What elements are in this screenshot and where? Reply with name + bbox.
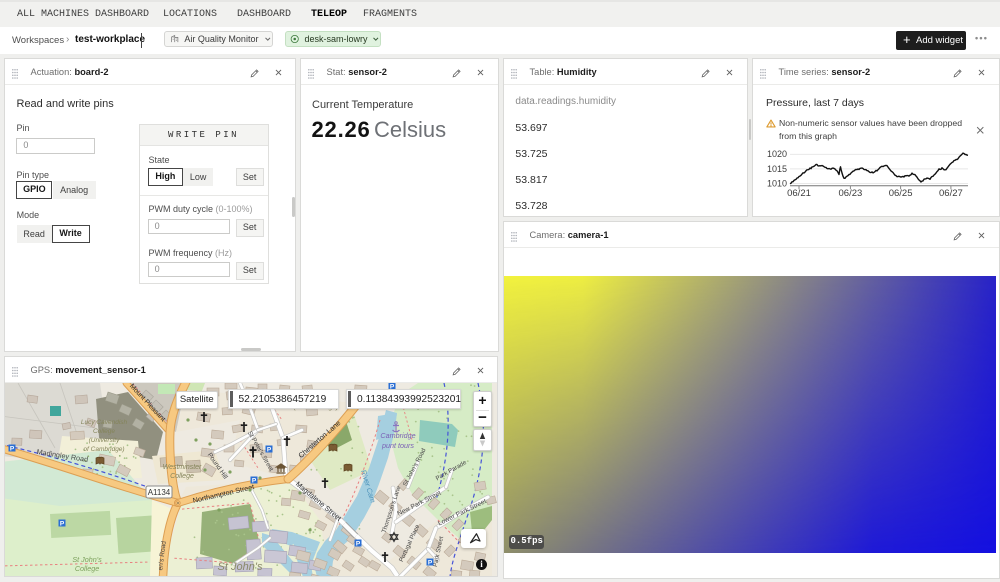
svg-text:College: College (170, 473, 194, 480)
svg-text:1020: 1020 (767, 149, 787, 159)
svg-text:P: P (10, 446, 15, 453)
svg-text:06/25: 06/25 (889, 188, 913, 199)
svg-text:1015: 1015 (767, 164, 787, 174)
svg-text:06/21: 06/21 (787, 188, 811, 199)
svg-text:punt tours: punt tours (381, 441, 414, 450)
svg-text:St John's: St John's (218, 561, 263, 573)
svg-text:06/27: 06/27 (939, 188, 963, 199)
svg-text:P: P (252, 478, 257, 485)
svg-text:Lucy Cavendish: Lucy Cavendish (81, 419, 128, 426)
svg-text:(University: (University (89, 437, 120, 444)
svg-text:College: College (93, 428, 115, 435)
svg-text:P: P (60, 521, 65, 528)
svg-text:1010: 1010 (767, 178, 787, 188)
svg-text:P: P (267, 447, 272, 454)
svg-text:P: P (356, 541, 361, 548)
svg-text:Cambridge: Cambridge (380, 431, 415, 440)
svg-text:P: P (428, 560, 433, 567)
svg-text:A1134: A1134 (148, 488, 171, 497)
svg-text:06/23: 06/23 (839, 188, 863, 199)
svg-text:of Cambridge): of Cambridge) (83, 446, 124, 453)
svg-text:Westminster: Westminster (163, 464, 202, 471)
svg-text:College: College (75, 564, 99, 573)
svg-text:St John's: St John's (72, 555, 102, 564)
